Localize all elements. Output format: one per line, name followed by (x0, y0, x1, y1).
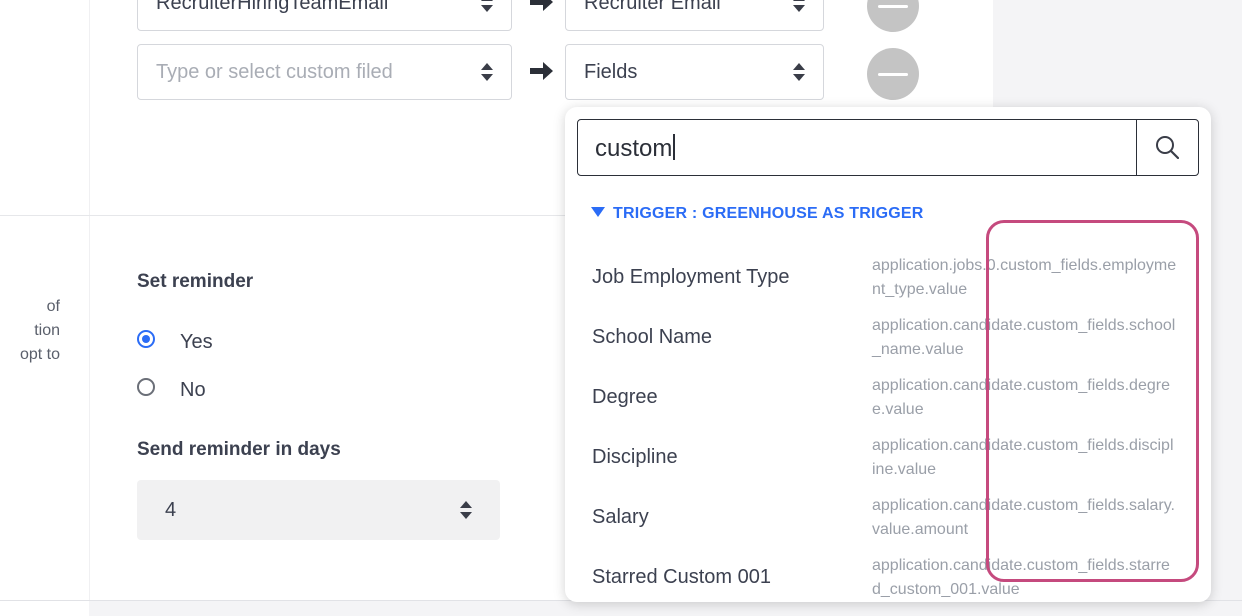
fields-select-value: Fields (584, 60, 638, 83)
source-field-select[interactable]: RecruiterHiringTeamEmail (137, 0, 512, 31)
custom-field-dropdown: custom TRIGGER : GREENHOUSE AS TRIGGER J… (565, 107, 1211, 602)
reminder-yes-radio[interactable] (137, 330, 155, 348)
option-item[interactable]: Salary application.candidate.custom_fiel… (565, 496, 1211, 556)
option-item[interactable]: Starred Custom 001 application.candidate… (565, 556, 1211, 602)
dropdown-search-input[interactable]: custom (595, 134, 676, 163)
select-arrows-icon (793, 63, 805, 81)
option-name: Job Employment Type (592, 266, 790, 288)
remove-mapping-button[interactable] (867, 48, 919, 100)
divider (89, 216, 90, 600)
select-arrows-icon (460, 501, 472, 519)
description-line: of (46, 298, 60, 315)
search-button[interactable] (1136, 120, 1198, 175)
option-item[interactable]: Job Employment Type application.jobs.0.c… (565, 256, 1211, 316)
option-path: application.jobs.0.custom_fields.employm… (872, 257, 1177, 298)
option-name: Degree (592, 386, 658, 408)
search-icon (1156, 136, 1179, 159)
divider (89, 0, 90, 215)
arrow-right-icon (530, 0, 553, 11)
option-path: application.candidate.custom_fields.degr… (872, 377, 1170, 418)
option-item[interactable]: Degree application.candidate.custom_fiel… (565, 376, 1211, 436)
option-name: Starred Custom 001 (592, 566, 771, 588)
select-arrows-icon (481, 63, 493, 81)
caret-down-icon (591, 207, 605, 217)
reminder-days-label: Send reminder in days (137, 439, 341, 460)
option-name: Discipline (592, 446, 678, 468)
trigger-group-header[interactable]: TRIGGER : GREENHOUSE AS TRIGGER (591, 205, 924, 223)
reminder-yes-label[interactable]: Yes (180, 331, 213, 354)
search-input-value: custom (595, 135, 673, 162)
custom-field-select[interactable]: Type or select custom filed (137, 44, 512, 100)
target-field-value: Recruiter Email (584, 0, 721, 14)
option-name: School Name (592, 326, 713, 348)
description-line: opt to (19, 346, 60, 363)
arrow-right-icon (530, 62, 553, 80)
set-reminder-label: Set reminder (137, 271, 254, 292)
custom-field-placeholder: Type or select custom filed (156, 60, 393, 83)
target-field-select[interactable]: Recruiter Email (565, 0, 824, 31)
select-arrows-icon (481, 0, 493, 12)
reminder-no-radio[interactable] (137, 378, 155, 396)
reminder-no-label[interactable]: No (180, 379, 206, 402)
select-arrows-icon (793, 0, 805, 12)
trigger-group-label: TRIGGER : GREENHOUSE AS TRIGGER (613, 205, 924, 222)
fields-select[interactable]: Fields (565, 44, 824, 100)
reminder-days-select[interactable]: 4 (137, 480, 500, 540)
description-line: tion (34, 322, 60, 339)
source-field-value: RecruiterHiringTeamEmail (156, 0, 389, 14)
option-path: application.candidate.custom_fields.disc… (872, 437, 1174, 478)
option-path: application.candidate.custom_fields.sala… (872, 497, 1175, 538)
reminder-days-value: 4 (165, 499, 177, 521)
option-path: application.candidate.custom_fields.star… (872, 557, 1170, 598)
option-name: Salary (592, 506, 649, 528)
text-cursor (673, 134, 676, 160)
dropdown-search-box[interactable]: custom (577, 119, 1199, 176)
option-item[interactable]: Discipline application.candidate.custom_… (565, 436, 1211, 496)
option-path: application.candidate.custom_fields.scho… (872, 317, 1176, 358)
option-item[interactable]: School Name application.candidate.custom… (565, 316, 1211, 376)
truncated-description: of tion opt to (0, 295, 60, 367)
